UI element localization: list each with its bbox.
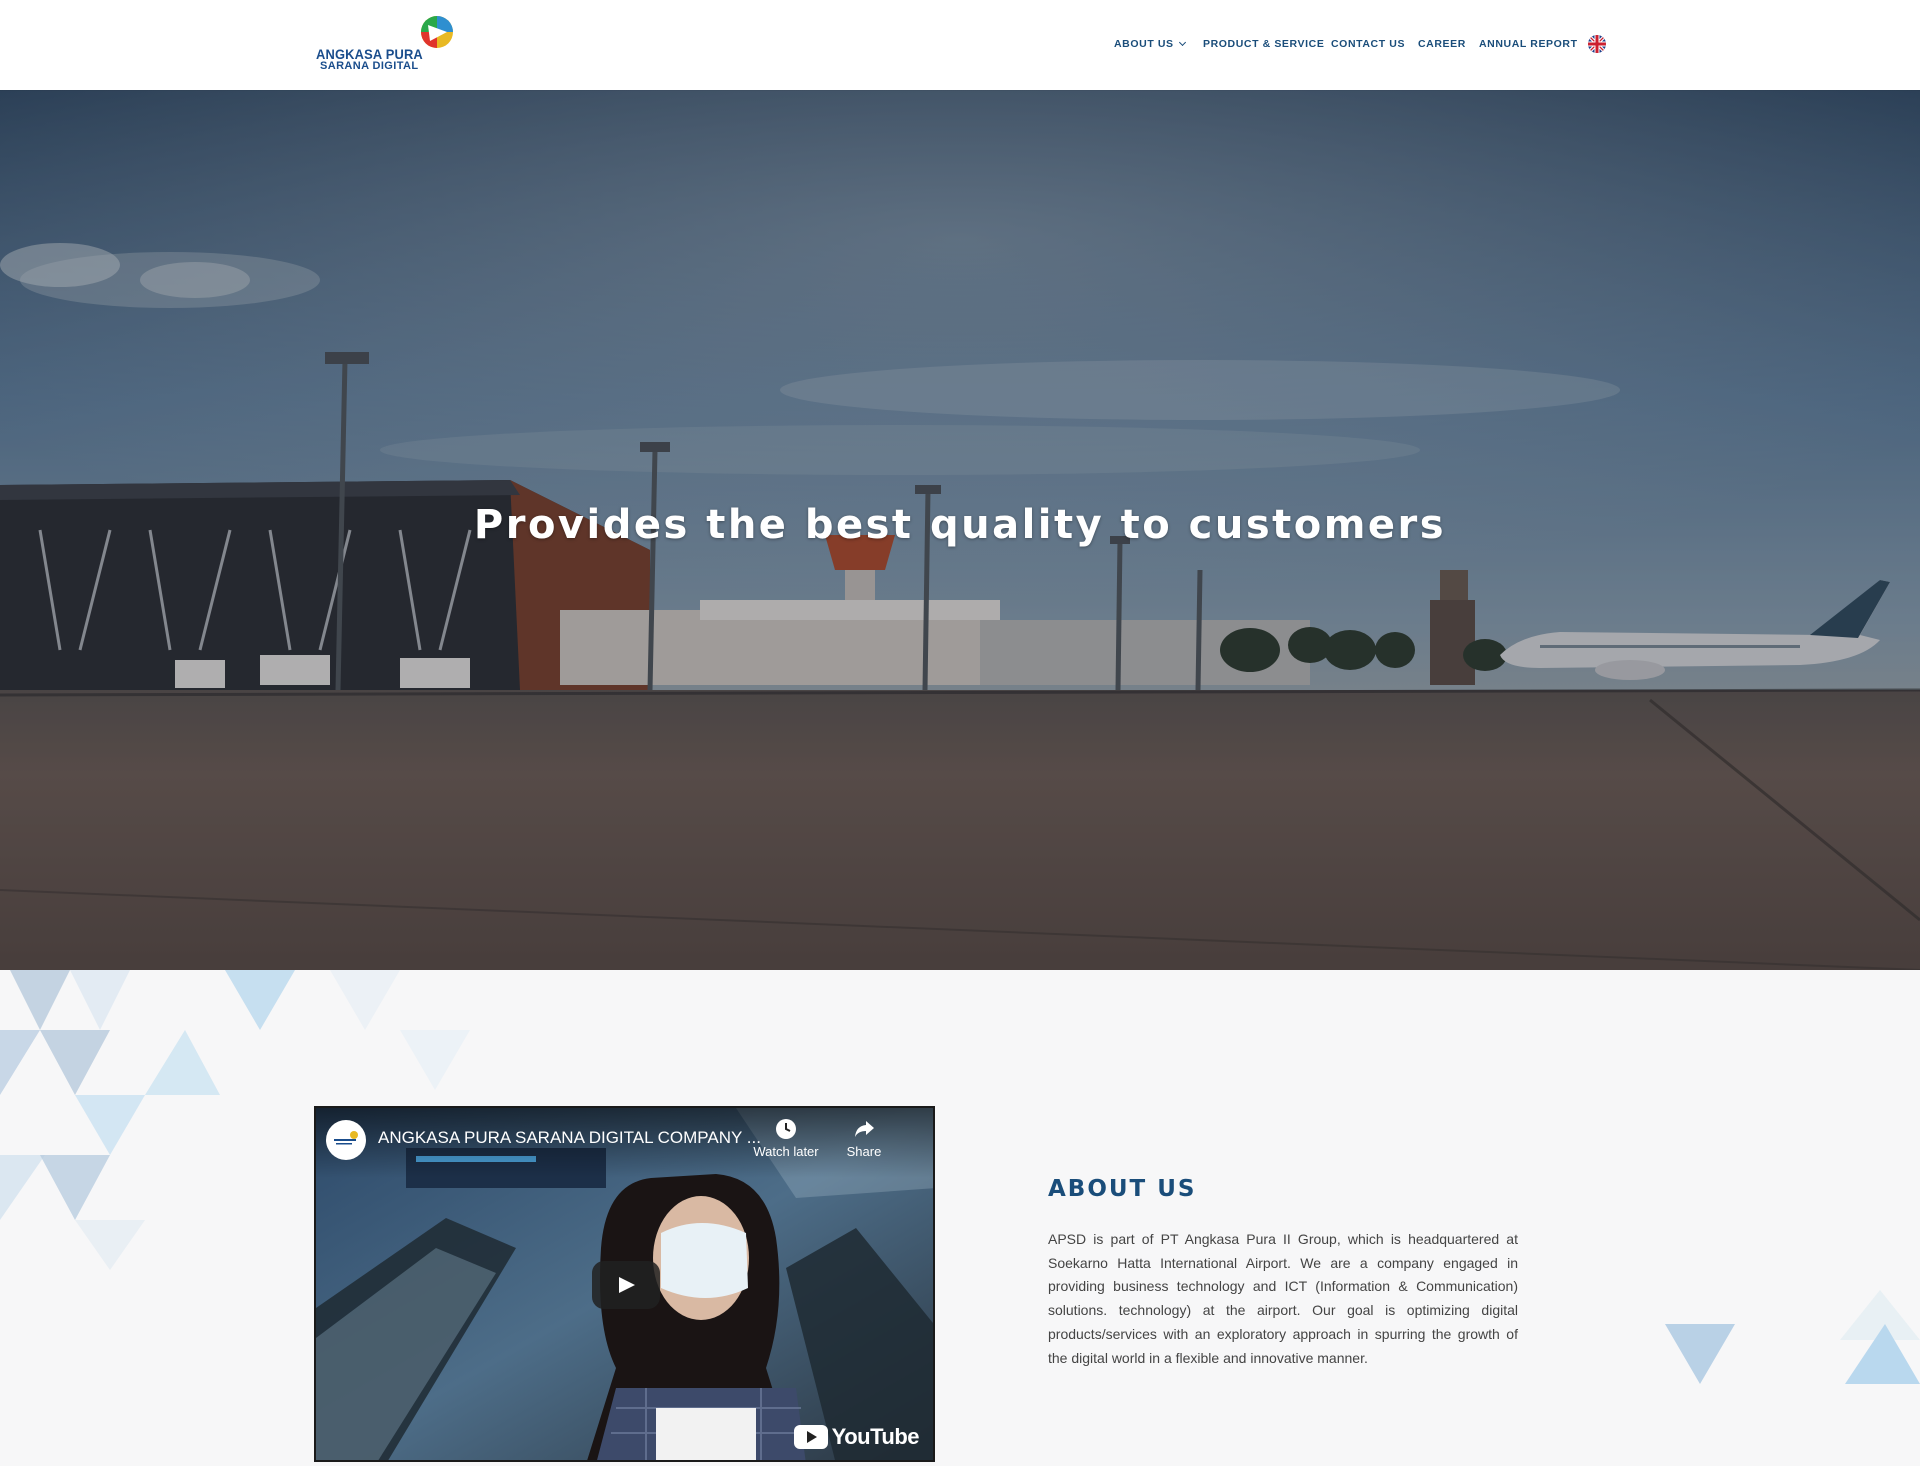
- play-button[interactable]: [592, 1261, 660, 1309]
- share-button[interactable]: Share: [829, 1118, 899, 1159]
- site-header: ANGKASA PURA SARANA DIGITAL ABOUT US PRO…: [0, 0, 1920, 90]
- about-heading: ABOUT US: [1048, 1176, 1197, 1202]
- video-title[interactable]: ANGKASA PURA SARANA DIGITAL COMPANY ...: [378, 1128, 761, 1148]
- share-label: Share: [846, 1144, 882, 1159]
- nav-product-service[interactable]: PRODUCT & SERVICE: [1203, 38, 1324, 50]
- logo-subname: SARANA DIGITAL: [320, 60, 419, 72]
- hero-title: Provides the best quality to customers: [473, 502, 1447, 548]
- clock-icon: [776, 1119, 796, 1139]
- hero-banner: Provides the best quality to customers: [0, 90, 1920, 970]
- watch-later-label: Watch later: [753, 1144, 819, 1159]
- nav-career[interactable]: CAREER: [1418, 38, 1466, 50]
- nav-about-label: ABOUT US: [1114, 38, 1174, 50]
- youtube-play-icon: [793, 1425, 828, 1449]
- channel-avatar[interactable]: [326, 1120, 366, 1160]
- uk-flag-icon[interactable]: [1588, 35, 1606, 53]
- triangle-pattern-decoration-right: [1665, 1290, 1920, 1384]
- watch-later-button[interactable]: Watch later: [751, 1118, 821, 1159]
- logo-mark-icon: [421, 16, 453, 48]
- company-video-player[interactable]: ANGKASA PURA SARANA DIGITAL COMPANY ... …: [314, 1106, 935, 1462]
- chevron-down-icon: [1178, 38, 1186, 47]
- company-logo[interactable]: ANGKASA PURA SARANA DIGITAL: [314, 14, 460, 74]
- youtube-logo[interactable]: YouTube: [793, 1424, 920, 1450]
- nav-contact-us[interactable]: CONTACT US: [1331, 38, 1405, 50]
- youtube-wordmark: YouTube: [831, 1424, 920, 1449]
- main-nav: ABOUT US PRODUCT & SERVICE CONTACT US CA…: [1100, 0, 1920, 90]
- nav-about-us[interactable]: ABOUT US: [1114, 38, 1186, 50]
- share-arrow-icon: [855, 1121, 874, 1137]
- about-section: ANGKASA PURA SARANA DIGITAL COMPANY ... …: [0, 970, 1920, 1466]
- nav-annual-report[interactable]: ANNUAL REPORT: [1479, 38, 1578, 50]
- about-description: APSD is part of PT Angkasa Pura II Group…: [1048, 1231, 1518, 1366]
